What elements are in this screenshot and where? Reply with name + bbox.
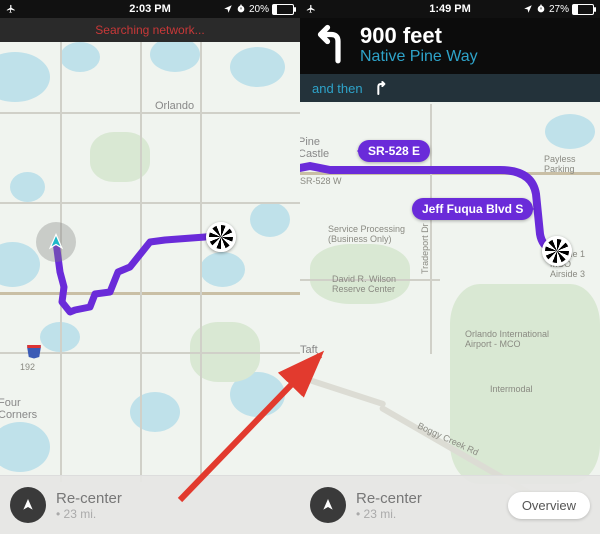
- route-pill-jeff: Jeff Fuqua Blvd S: [412, 198, 533, 220]
- status-bar: 1:49 PM 27%: [300, 0, 600, 18]
- route-pill-sr528: SR-528 E: [358, 140, 430, 162]
- network-search-banner: Searching network...: [0, 18, 300, 42]
- nav-panel: 900 feet Native Pine Way: [300, 18, 600, 74]
- destination-marker: [206, 222, 236, 252]
- map-right[interactable]: Pine Castle SR-528 W Payless Parking Ser…: [300, 104, 600, 534]
- current-location-marker: [36, 222, 76, 262]
- bottom-bar: Re-center • 23 mi.: [0, 475, 300, 534]
- recenter-text: Re-center • 23 mi.: [56, 490, 122, 521]
- battery-icon: [272, 4, 294, 15]
- nav-street: Native Pine Way: [360, 48, 478, 66]
- recenter-button[interactable]: [310, 487, 346, 523]
- recenter-button[interactable]: [10, 487, 46, 523]
- and-then-label: and then: [312, 81, 363, 96]
- route-line: [0, 42, 300, 534]
- bottom-bar: Re-center • 23 mi. Overview: [300, 475, 600, 534]
- overview-button[interactable]: Overview: [508, 492, 590, 519]
- destination-marker: [542, 236, 572, 266]
- status-bar: 2:03 PM 20%: [0, 0, 300, 18]
- recenter-text: Re-center • 23 mi.: [356, 490, 422, 521]
- status-time: 1:49 PM: [300, 3, 600, 15]
- recenter-sub: • 23 mi.: [356, 507, 422, 521]
- recenter-label: Re-center: [56, 490, 122, 507]
- turn-right-icon: [373, 80, 389, 96]
- recenter-label: Re-center: [356, 490, 422, 507]
- turn-left-icon: [310, 24, 352, 66]
- phone-left: 2:03 PM 20% Searching network...: [0, 0, 300, 534]
- battery-icon: [572, 4, 594, 15]
- route-line: [300, 104, 600, 534]
- phone-right: 1:49 PM 27% 900 feet Native Pine Way and…: [300, 0, 600, 534]
- map-left[interactable]: Orlando Four Corners 192: [0, 42, 300, 534]
- nav-distance: 900 feet: [360, 24, 478, 48]
- and-then-bar[interactable]: and then: [300, 74, 600, 102]
- recenter-sub: • 23 mi.: [56, 507, 122, 521]
- status-time: 2:03 PM: [0, 3, 300, 15]
